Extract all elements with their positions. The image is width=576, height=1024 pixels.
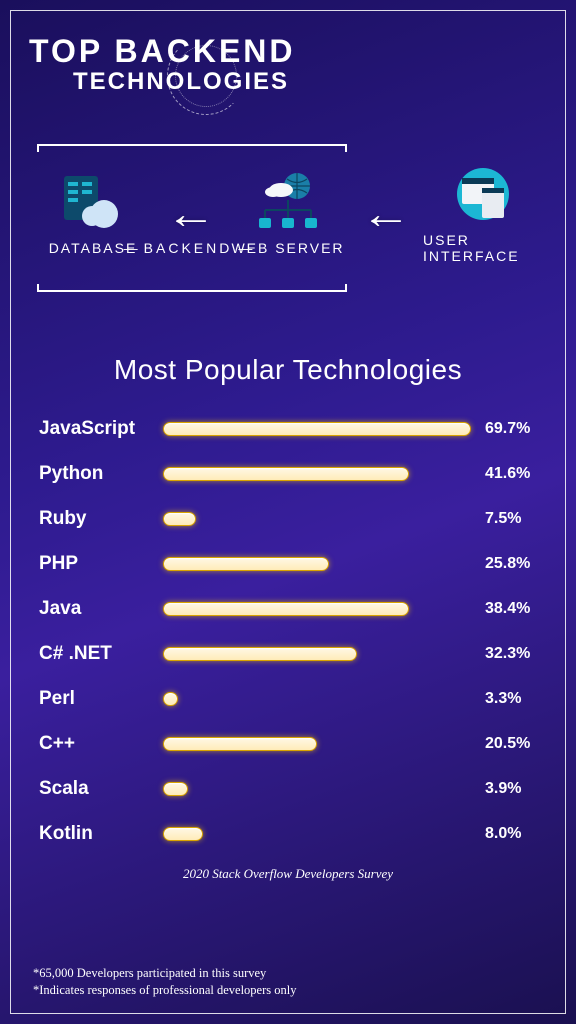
bar-label: Ruby: [29, 508, 159, 530]
bar-fill: [163, 602, 409, 616]
bar-value: 8.0%: [485, 825, 547, 843]
bar-track: [163, 467, 471, 481]
web-server-icon: [253, 172, 323, 232]
bar-fill: [163, 692, 178, 706]
bar-track: [163, 782, 471, 796]
arrow-left-icon: ←: [165, 193, 215, 235]
bar-track: [163, 557, 471, 571]
bar-track: [163, 827, 471, 841]
bar-track: [163, 422, 471, 436]
title-block: TOP BACKEND TECHNOLOGIES: [29, 33, 547, 96]
arrow-left-icon: ←: [360, 193, 410, 235]
bar-row: Perl 3.3%: [29, 676, 547, 721]
bar-fill: [163, 467, 409, 481]
title-line1: TOP BACKEND: [29, 33, 296, 70]
bar-value: 41.6%: [485, 465, 547, 483]
bar-fill: [163, 647, 357, 661]
bar-track: [163, 692, 471, 706]
bar-value: 20.5%: [485, 735, 547, 753]
architecture-diagram: DATABASE ← WEB SERVER: [29, 144, 547, 324]
bar-label: C++: [29, 733, 159, 755]
bracket-bottom-icon: [37, 284, 347, 292]
bar-fill: [163, 512, 196, 526]
bar-label: Kotlin: [29, 823, 159, 845]
bar-label: JavaScript: [29, 418, 159, 440]
outer-frame: TOP BACKEND TECHNOLOGIES DATABASE ←: [10, 10, 566, 1014]
bar-track: [163, 647, 471, 661]
bar-row: Ruby 7.5%: [29, 496, 547, 541]
bar-value: 7.5%: [485, 510, 547, 528]
bar-label: Python: [29, 463, 159, 485]
footnote-line: *65,000 Developers participated in this …: [33, 965, 296, 982]
bar-value: 25.8%: [485, 555, 547, 573]
bar-fill: [163, 422, 471, 436]
bar-row: Java 38.4%: [29, 586, 547, 631]
bar-fill: [163, 782, 188, 796]
bar-row: Scala 3.9%: [29, 766, 547, 811]
bar-fill: [163, 557, 329, 571]
bracket-top-icon: [37, 144, 347, 152]
user-interface-label: USER INTERFACE: [423, 232, 543, 264]
bar-value: 3.3%: [485, 690, 547, 708]
user-interface-node: USER INTERFACE: [423, 164, 543, 264]
bar-row: Kotlin 8.0%: [29, 811, 547, 856]
bar-track: [163, 512, 471, 526]
bar-row: C# .NET 32.3%: [29, 631, 547, 676]
bar-label: Perl: [29, 688, 159, 710]
database-icon: [58, 172, 128, 232]
bar-row: C++ 20.5%: [29, 721, 547, 766]
bar-row: PHP 25.8%: [29, 541, 547, 586]
bar-label: Scala: [29, 778, 159, 800]
bar-track: [163, 602, 471, 616]
bar-label: Java: [29, 598, 159, 620]
footnote-line: *Indicates responses of professional dev…: [33, 982, 296, 999]
bar-row: JavaScript 69.7%: [29, 406, 547, 451]
bar-fill: [163, 737, 317, 751]
bar-row: Python 41.6%: [29, 451, 547, 496]
user-interface-icon: [448, 164, 518, 224]
bar-fill: [163, 827, 203, 841]
chart-title: Most Popular Technologies: [29, 354, 547, 386]
bar-value: 69.7%: [485, 420, 547, 438]
chart: Most Popular Technologies JavaScript 69.…: [29, 354, 547, 882]
decorative-circle-inner-icon: [175, 45, 237, 107]
chart-source: 2020 Stack Overflow Developers Survey: [29, 866, 547, 882]
bar-value: 3.9%: [485, 780, 547, 798]
bar-label: C# .NET: [29, 643, 159, 665]
bar-track: [163, 737, 471, 751]
title-line2: TECHNOLOGIES: [73, 68, 547, 96]
bar-value: 32.3%: [485, 645, 547, 663]
bar-value: 38.4%: [485, 600, 547, 618]
bar-label: PHP: [29, 553, 159, 575]
footnotes: *65,000 Developers participated in this …: [33, 965, 296, 999]
